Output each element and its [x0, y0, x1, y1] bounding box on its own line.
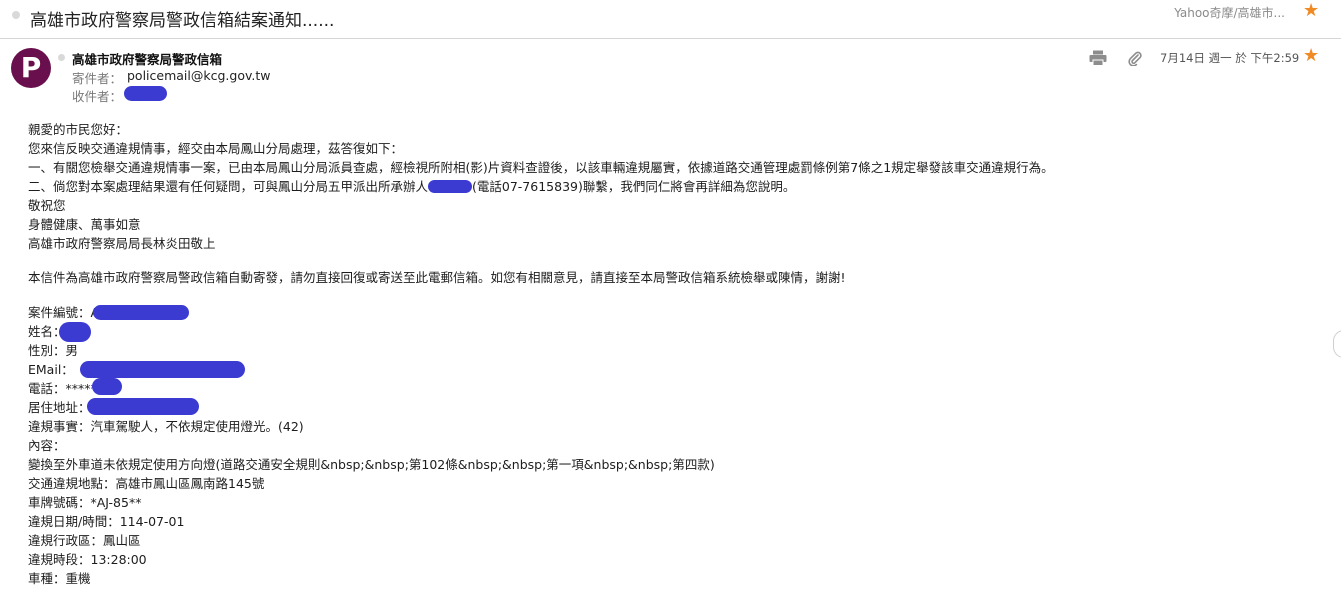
- point-one: 一、有關您檢舉交通違規情事一案，已由本局鳳山分局派員查處，經檢視所附相(影)片資…: [28, 160, 1054, 175]
- paperclip-icon[interactable]: [1127, 50, 1143, 67]
- phone: 電話：*****: [28, 381, 97, 396]
- redacted-address: [87, 398, 199, 415]
- message-date: 7月14日 週一 於 下午2:59: [1160, 51, 1300, 65]
- auto-notice: 本信件為高雄市政府警察局警政信箱自動寄發，請勿直接回復或寄送至此電郵信箱。如您有…: [28, 270, 846, 285]
- print-icon[interactable]: [1089, 50, 1107, 66]
- folder-link[interactable]: Yahoo奇摩/高雄市...: [1174, 4, 1285, 21]
- case-number: 案件編號：A: [28, 305, 100, 320]
- redacted-recipient: [124, 86, 167, 101]
- from-address[interactable]: policemail@kcg.gov.tw: [127, 68, 271, 83]
- to-label: 收件者：: [72, 89, 123, 104]
- redacted-phone: [92, 378, 122, 395]
- greeting: 親愛的市民您好：: [28, 122, 129, 137]
- vehicle-type: 車種：重機: [28, 571, 91, 586]
- violation-fact: 違規事實：汽車駕駛人，不依規定使用燈光。(42): [28, 419, 304, 434]
- violation-date: 違規日期/時間：114-07-01: [28, 514, 185, 529]
- point-two: 二、倘您對本案處理結果還有任何疑問，可與鳳山分局五甲派出所承辦人 (電話07-76…: [28, 178, 795, 196]
- closing-line-1: 敬祝您: [28, 198, 66, 213]
- content-detail: 變換至外車道未依規定使用方向燈(道路交通安全規則&nbsp;&nbsp;第102…: [28, 457, 715, 472]
- violation-district: 違規行政區：鳳山區: [28, 533, 141, 548]
- subject-bar: 高雄市政府警察局警政信箱結案通知...... Yahoo奇摩/高雄市... ★: [0, 0, 1341, 39]
- violation-time: 違規時段：13:28:00: [28, 552, 147, 567]
- point-two-part-a: 二、倘您對本案處理結果還有任何疑問，可與鳳山分局五甲派出所承辦人: [28, 179, 429, 194]
- gender: 性別：男: [28, 343, 79, 358]
- unread-dot[interactable]: [12, 11, 20, 19]
- sender-name[interactable]: 高雄市政府警察局警政信箱: [72, 49, 222, 68]
- plate-number: 車牌號碼：*AJ-85**: [28, 495, 142, 510]
- redacted-email: [80, 361, 245, 378]
- point-two-part-b: (電話07-7615839)聯繫，我們同仁將會再詳細為您說明。: [472, 179, 796, 194]
- redacted-name: [59, 322, 91, 342]
- redacted-officer: [428, 180, 473, 193]
- violation-location: 交通違規地點：高雄市鳳山區鳳南路145號: [28, 476, 265, 491]
- email: EMail：: [28, 362, 74, 377]
- address: 居住地址：: [28, 400, 91, 415]
- message-subject: 高雄市政府警察局警政信箱結案通知......: [30, 11, 335, 31]
- star-icon[interactable]: ★: [1303, 2, 1319, 20]
- signature: 高雄市政府警察局局長林炎田敬上: [28, 236, 216, 251]
- closing-line-2: 身體健康、萬事如意: [28, 217, 141, 232]
- scroll-handle[interactable]: [1333, 330, 1341, 358]
- intro-text: 您來信反映交通違規情事，經交由本局鳳山分局處理，茲答復如下：: [28, 141, 404, 156]
- read-status-dot: [58, 54, 65, 61]
- content-label: 內容：: [28, 438, 66, 453]
- avatar: P: [11, 48, 51, 88]
- from-label: 寄件者：: [72, 71, 123, 86]
- star-icon[interactable]: ★: [1303, 47, 1319, 65]
- redacted-case-number: [93, 305, 189, 320]
